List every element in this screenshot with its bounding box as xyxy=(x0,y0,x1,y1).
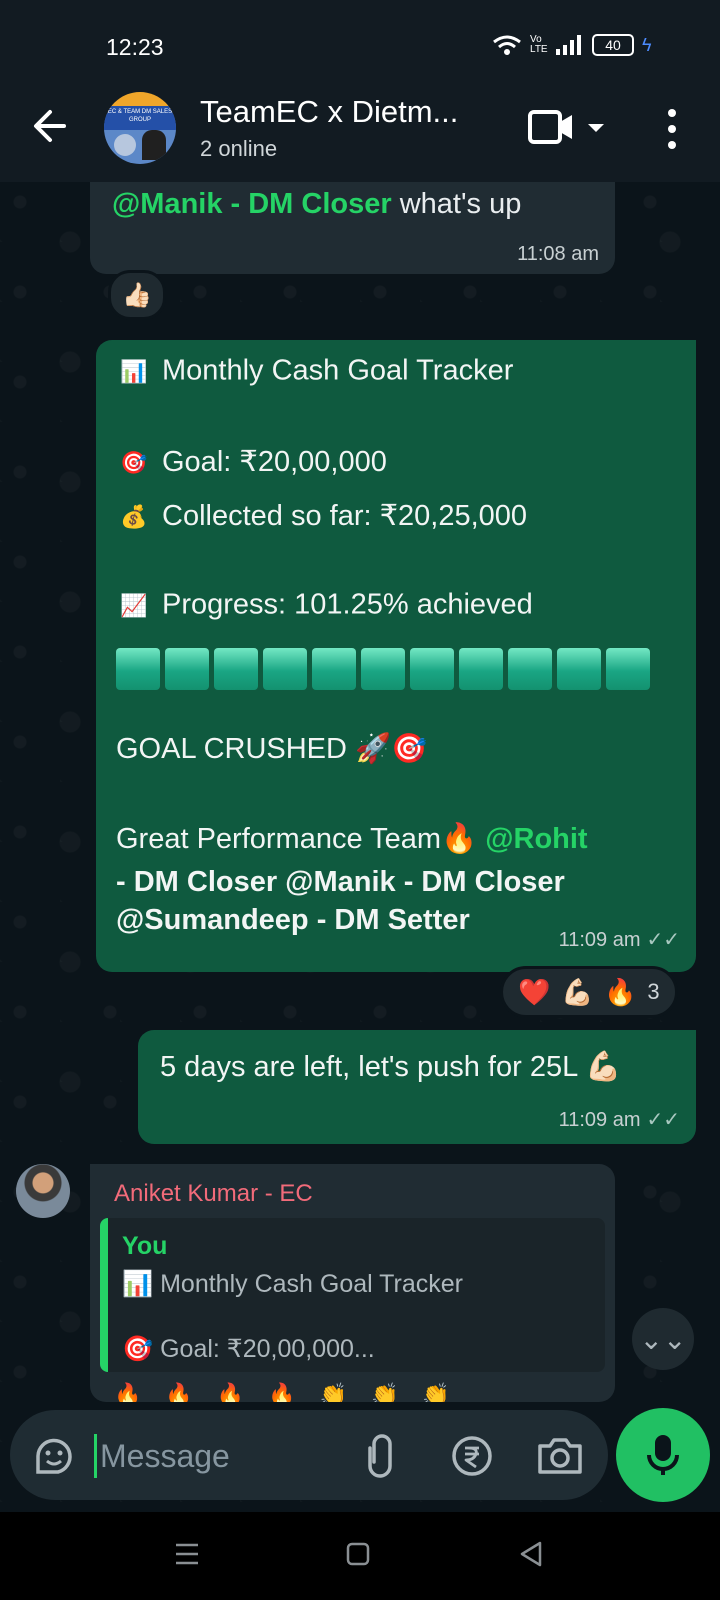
reactions-badge[interactable]: ❤️ 💪🏻 🔥 3 xyxy=(500,966,678,1018)
progress-block xyxy=(361,648,405,690)
system-nav-bar xyxy=(0,1512,720,1600)
status-icons: Vo LTE 40 ϟ xyxy=(492,34,652,56)
avatar-person-icon xyxy=(114,134,136,156)
read-ticks-icon: ✓✓ xyxy=(646,929,680,951)
flexed-biceps-icon: 💪🏻 xyxy=(561,976,594,1007)
message-meta: 11:09 am ✓✓ xyxy=(559,927,680,952)
text-cursor xyxy=(94,1434,97,1478)
heart-icon: ❤️ xyxy=(518,976,551,1007)
message-meta: 11:09 am ✓✓ xyxy=(559,1107,680,1132)
sender-name[interactable]: Aniket Kumar - EC xyxy=(114,1180,313,1208)
message-text: 5 days are left, let's push for 25L 💪🏻 xyxy=(160,1051,622,1083)
video-call-icon[interactable] xyxy=(528,106,614,150)
tracker-title: 📊 Monthly Cash Goal Tracker xyxy=(116,354,513,390)
battery-icon: 40 xyxy=(592,34,634,56)
outgoing-message[interactable]: 📊 Monthly Cash Goal Tracker 🎯 Goal: ₹20,00… xyxy=(96,340,696,972)
recent-apps-icon[interactable] xyxy=(174,1542,200,1566)
fire-icon: 🔥 xyxy=(604,976,637,1007)
mention[interactable]: @Rohit xyxy=(485,823,587,855)
mention[interactable]: @Manik - DM Closer xyxy=(112,188,392,220)
back-arrow-icon[interactable] xyxy=(26,102,74,150)
progress-block xyxy=(116,648,160,690)
quoted-message[interactable]: You 📊 Monthly Cash Goal Tracker 🎯 Goal: … xyxy=(100,1218,605,1372)
mention[interactable]: - DM Closer @Manik - DM Closer xyxy=(116,866,565,899)
target-icon: 🎯 xyxy=(120,450,148,476)
scroll-down-button[interactable]: ⌄⌄ xyxy=(632,1308,694,1370)
wifi-icon xyxy=(493,35,521,55)
message-text: @Manik - DM Closer what's up xyxy=(112,188,522,220)
home-icon[interactable] xyxy=(346,1542,370,1566)
read-ticks-icon: ✓✓ xyxy=(646,1109,680,1131)
signal-icon xyxy=(556,35,581,55)
message-time: 11:08 am xyxy=(517,243,599,265)
progress-block xyxy=(606,648,650,690)
network-label: Vo LTE xyxy=(530,34,548,55)
status-time: 12:23 xyxy=(106,34,164,60)
progress-block xyxy=(312,648,356,690)
progress-block xyxy=(165,648,209,690)
sender-avatar[interactable] xyxy=(16,1164,70,1218)
quote-line: 📊 Monthly Cash Goal Tracker xyxy=(122,1270,463,1298)
message-time: 11:09 am xyxy=(558,1109,641,1131)
bar-chart-icon: 📊 xyxy=(122,1270,154,1298)
progress-bar xyxy=(116,648,650,690)
progress-line: 📈 Progress: 101.25% achieved xyxy=(116,588,533,624)
sticker-icon[interactable] xyxy=(32,1434,76,1478)
goal-line: 🎯 Goal: ₹20,00,000 xyxy=(116,444,387,481)
bar-chart-icon: 📊 xyxy=(120,359,148,384)
microphone-icon xyxy=(647,1435,679,1475)
incoming-message[interactable]: Aniket Kumar - EC You 📊 Monthly Cash Goa… xyxy=(90,1164,615,1402)
message-time: 11:09 am xyxy=(558,929,641,951)
progress-block xyxy=(410,648,454,690)
quote-line: 🎯 Goal: ₹20,00,000... xyxy=(122,1335,375,1363)
chat-title[interactable]: TeamEC x Dietm... xyxy=(200,94,458,130)
online-status: 2 online xyxy=(200,136,278,161)
chat-header: EC & TEAM DM SALES GROUP TeamEC x Dietm.… xyxy=(0,80,720,182)
performance-line: Great Performance Team🔥 @Rohit xyxy=(116,823,588,855)
chart-up-icon: 📈 xyxy=(120,593,148,618)
battery-level: 40 xyxy=(605,37,621,53)
progress-block xyxy=(557,648,601,690)
target-icon: 🎯 xyxy=(122,1335,154,1363)
message-input[interactable] xyxy=(98,1428,352,1484)
thumbs-up-icon: 👍🏻 xyxy=(122,281,152,309)
money-bag-icon: 💰 xyxy=(120,504,148,530)
mic-button[interactable] xyxy=(616,1408,710,1502)
avatar-person-icon xyxy=(142,130,166,160)
chevron-double-down-icon: ⌄⌄ xyxy=(639,1323,687,1355)
message-composer xyxy=(10,1410,608,1500)
rupee-payment-icon[interactable] xyxy=(450,1434,494,1478)
outgoing-message[interactable]: 5 days are left, let's push for 25L 💪🏻 1… xyxy=(138,1030,696,1144)
progress-block xyxy=(508,648,552,690)
group-avatar[interactable]: EC & TEAM DM SALES GROUP xyxy=(104,92,176,164)
charging-icon: ϟ xyxy=(642,34,652,55)
camera-icon[interactable] xyxy=(536,1434,584,1478)
reaction-count: 3 xyxy=(647,979,660,1004)
reaction-badge[interactable]: 👍🏻 xyxy=(108,270,166,320)
mention[interactable]: @Sumandeep - DM Setter xyxy=(116,904,470,937)
nav-back-icon[interactable] xyxy=(518,1540,544,1568)
goal-crushed-line: GOAL CRUSHED 🚀🎯 xyxy=(116,733,428,765)
more-options-icon[interactable] xyxy=(660,104,684,154)
collected-line: 💰 Collected so far: ₹20,25,000 xyxy=(116,498,527,535)
quote-author: You xyxy=(122,1232,168,1260)
incoming-message[interactable]: @Manik - DM Closer what's up 11:08 am xyxy=(90,182,615,274)
group-avatar-label: EC & TEAM DM SALES GROUP xyxy=(104,106,176,130)
paperclip-icon[interactable] xyxy=(360,1432,404,1480)
progress-block xyxy=(214,648,258,690)
progress-block xyxy=(263,648,307,690)
status-bar: 12:23 Vo LTE 40 ϟ xyxy=(0,0,720,80)
progress-block xyxy=(459,648,503,690)
reply-emojis: 🔥🔥🔥🔥👏👏👏 xyxy=(114,1382,474,1402)
